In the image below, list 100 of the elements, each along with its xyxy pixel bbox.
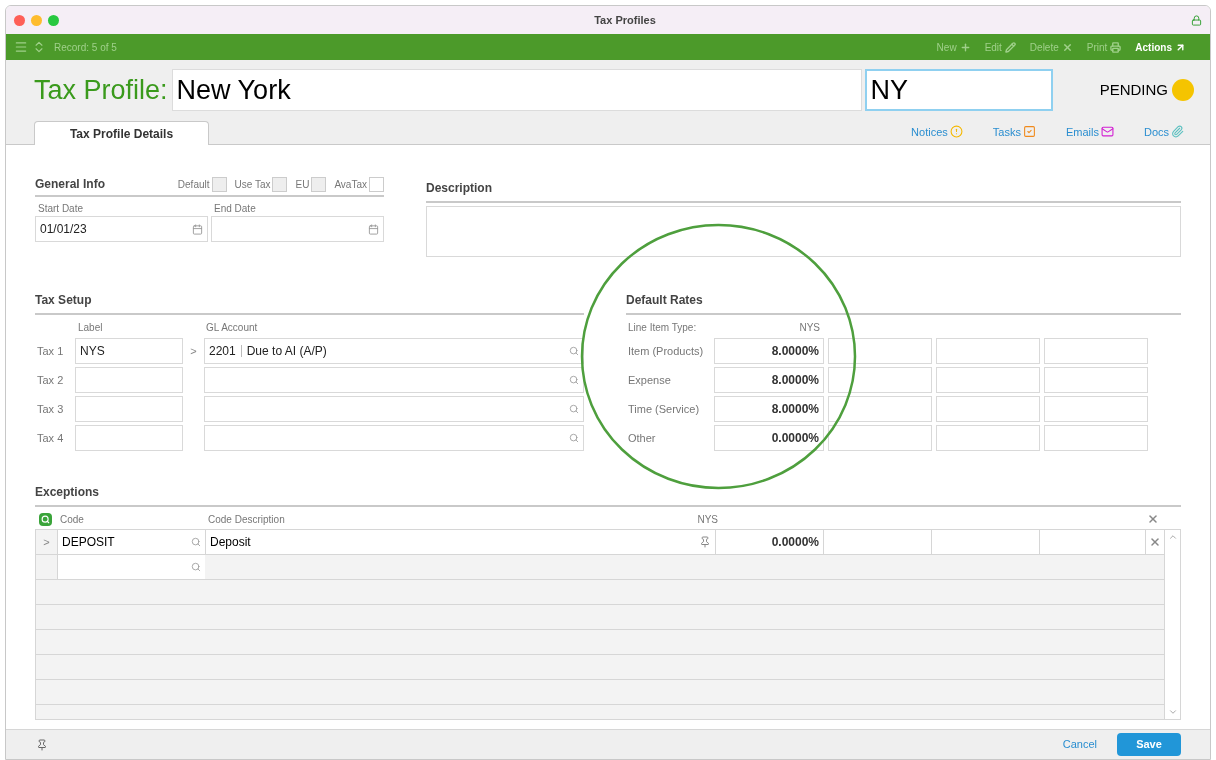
row-marker: > [190, 343, 197, 359]
code-cell[interactable]: DEPOSIT [57, 530, 205, 554]
pin-icon[interactable] [36, 738, 48, 751]
window-title: Tax Profiles [594, 12, 656, 28]
gl-account-field[interactable]: 2201 Due to AI (A/P) [204, 338, 584, 364]
rate-field[interactable] [828, 367, 932, 393]
checkbox-label: EU [295, 177, 310, 192]
section-title: General Info [35, 176, 105, 193]
rate-field[interactable]: 0.0000% [714, 425, 824, 451]
tax-label-field[interactable] [75, 425, 183, 451]
row-label: Tax 4 [36, 430, 65, 446]
search-icon[interactable] [191, 562, 201, 572]
envelope-icon [1100, 125, 1114, 139]
date-field[interactable]: 01/01/23 [35, 216, 208, 242]
profile-code-field[interactable]: NY [864, 69, 1053, 111]
search-icon[interactable] [569, 433, 579, 443]
profile-label: Tax Profile: [34, 73, 168, 107]
rate-cell[interactable] [931, 530, 1039, 554]
rate-field[interactable] [828, 425, 932, 451]
record-counter: Record: 5 of 5 [54, 40, 117, 55]
description-cell[interactable]: Deposit [205, 530, 715, 554]
search-icon[interactable] [569, 375, 579, 385]
tax-label-field[interactable]: NYS [75, 338, 183, 364]
section-title: Exceptions [35, 485, 100, 499]
rate-field[interactable] [1044, 338, 1148, 364]
close-icon[interactable] [1147, 513, 1159, 525]
close-icon[interactable] [1149, 536, 1161, 548]
rate-field[interactable] [1044, 396, 1148, 422]
code-cell[interactable] [57, 555, 205, 579]
date-value: 01/01/23 [40, 221, 88, 238]
lock-icon [1191, 14, 1202, 26]
column-header: Label [78, 321, 104, 335]
field-label: End Date [213, 202, 257, 216]
rate-field[interactable]: 8.0000% [714, 367, 824, 393]
status-text: PENDING [1099, 79, 1168, 100]
calendar-icon[interactable] [368, 223, 379, 235]
tax-label-field[interactable] [75, 396, 183, 422]
checkbox-label: AvaTax [334, 177, 367, 192]
scrollbar[interactable] [1164, 530, 1180, 719]
rate-field[interactable]: 8.0000% [714, 396, 824, 422]
rate-field[interactable] [1044, 367, 1148, 393]
rate-field[interactable] [936, 396, 1040, 422]
tax-label-field[interactable] [75, 367, 183, 393]
account-number: 2201 [209, 343, 236, 360]
checkbox-icon [1022, 125, 1036, 139]
column-header: Code [59, 512, 85, 527]
column-header: NYS [798, 321, 820, 335]
toolbar-button[interactable]: Actions [1135, 39, 1186, 55]
pencil-icon [1004, 41, 1016, 53]
gl-account-field[interactable] [204, 425, 584, 451]
rate-field[interactable] [828, 396, 932, 422]
close-icon [1061, 41, 1073, 53]
rate-cell[interactable] [823, 530, 931, 554]
column-header: Line Item Type: [628, 321, 698, 335]
column-header: NYS [696, 512, 719, 527]
paperclip-icon [1171, 125, 1184, 139]
menu-icon[interactable] [14, 40, 28, 54]
gl-account-field[interactable] [204, 396, 584, 422]
gl-account-field[interactable] [204, 367, 584, 393]
printer-icon [1110, 41, 1122, 53]
row-label: Tax 2 [36, 372, 65, 388]
row-marker: > [43, 534, 50, 550]
column-header: GL Account [206, 321, 258, 335]
rate-field[interactable]: 8.0000% [714, 338, 824, 364]
search-icon[interactable] [569, 404, 579, 414]
scroll-down-icon [1167, 707, 1178, 717]
tab[interactable]: Tax Profile Details [34, 121, 209, 145]
rate-field[interactable] [936, 425, 1040, 451]
line-item-type: Item (Products) [627, 343, 705, 359]
line-item-type: Other [627, 430, 657, 446]
rate-field[interactable] [1044, 425, 1148, 451]
column-header: Code Description [207, 512, 286, 527]
plus-icon [959, 41, 971, 53]
close-window-icon[interactable] [14, 14, 25, 26]
rate-field[interactable] [828, 338, 932, 364]
scroll-up-icon [1167, 532, 1178, 542]
section-title: Default Rates [626, 293, 703, 307]
checkbox-label: Use Tax [234, 177, 271, 192]
pin-icon[interactable] [699, 536, 711, 548]
calendar-icon[interactable] [192, 223, 203, 235]
search-icon[interactable] [191, 537, 201, 547]
zoom-window-icon[interactable] [48, 14, 59, 26]
rate-field[interactable] [936, 367, 1040, 393]
description-field[interactable] [426, 206, 1181, 257]
line-item-type: Time (Service) [627, 401, 701, 417]
profile-name-field[interactable]: New York [171, 69, 862, 111]
search-icon[interactable] [569, 346, 579, 356]
section-title: Description [426, 181, 492, 195]
field-label: Start Date [37, 202, 85, 216]
line-item-type: Expense [627, 372, 672, 388]
rate-field[interactable] [936, 338, 1040, 364]
section-title: Tax Setup [35, 293, 92, 307]
minimize-window-icon[interactable] [31, 14, 42, 26]
account-name: Due to AI (A/P) [246, 343, 327, 360]
date-field[interactable] [211, 216, 384, 242]
rate-cell[interactable]: 0.0000% [715, 530, 823, 554]
checkbox-label: Default [177, 177, 210, 192]
checkbox[interactable] [369, 176, 384, 192]
rate-cell[interactable] [1039, 530, 1145, 554]
search-icon[interactable] [39, 512, 52, 526]
